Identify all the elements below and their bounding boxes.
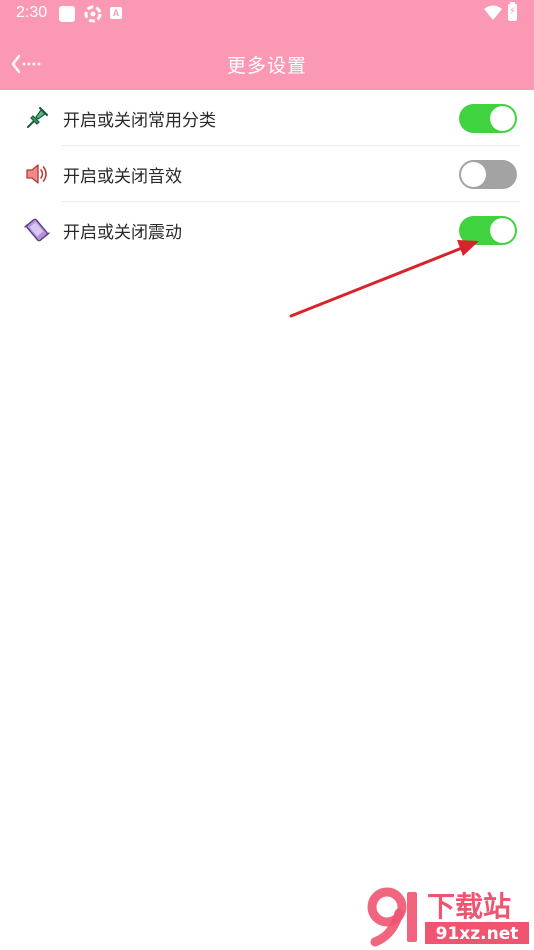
status-bar: 2:30 A ⚡ (0, 0, 534, 28)
watermark-brand: 下载站 (427, 890, 511, 923)
page-title: 更多设置 (226, 55, 307, 77)
speaker-icon (24, 161, 50, 187)
wifi-icon (484, 5, 502, 25)
setting-label: 开启或关闭音效 (63, 167, 182, 187)
square-icon (59, 6, 75, 22)
battery-charging-glyph: ⚡ (508, 6, 517, 17)
app-header: 2:30 A ⚡ 更多设置 (0, 0, 534, 90)
toggle-knob (490, 218, 515, 243)
watermark-logo: 下载站 91xz.net (367, 887, 529, 947)
toggle-sound[interactable] (459, 160, 517, 189)
vibrate-icon (24, 217, 50, 243)
settings-list: 开启或关闭常用分类 开启或关闭音效 开启或关闭震动 (0, 90, 534, 258)
pin-icon (24, 105, 50, 131)
a-icon: A (110, 7, 122, 19)
setting-label: 开启或关闭常用分类 (63, 111, 216, 131)
setting-row-sound[interactable]: 开启或关闭音效 (0, 146, 534, 202)
setting-row-common-category[interactable]: 开启或关闭常用分类 (0, 90, 534, 146)
status-time: 2:30 (16, 4, 48, 21)
toggle-vibration[interactable] (459, 216, 517, 245)
setting-label: 开启或关闭震动 (63, 223, 182, 243)
toggle-knob (461, 162, 486, 187)
toggle-common-category[interactable] (459, 104, 517, 133)
gear-icon (84, 5, 102, 27)
setting-row-vibration[interactable]: 开启或关闭震动 (0, 202, 534, 258)
toggle-knob (490, 106, 515, 131)
watermark-domain: 91xz.net (436, 924, 519, 944)
battery-icon: ⚡ (508, 2, 517, 21)
